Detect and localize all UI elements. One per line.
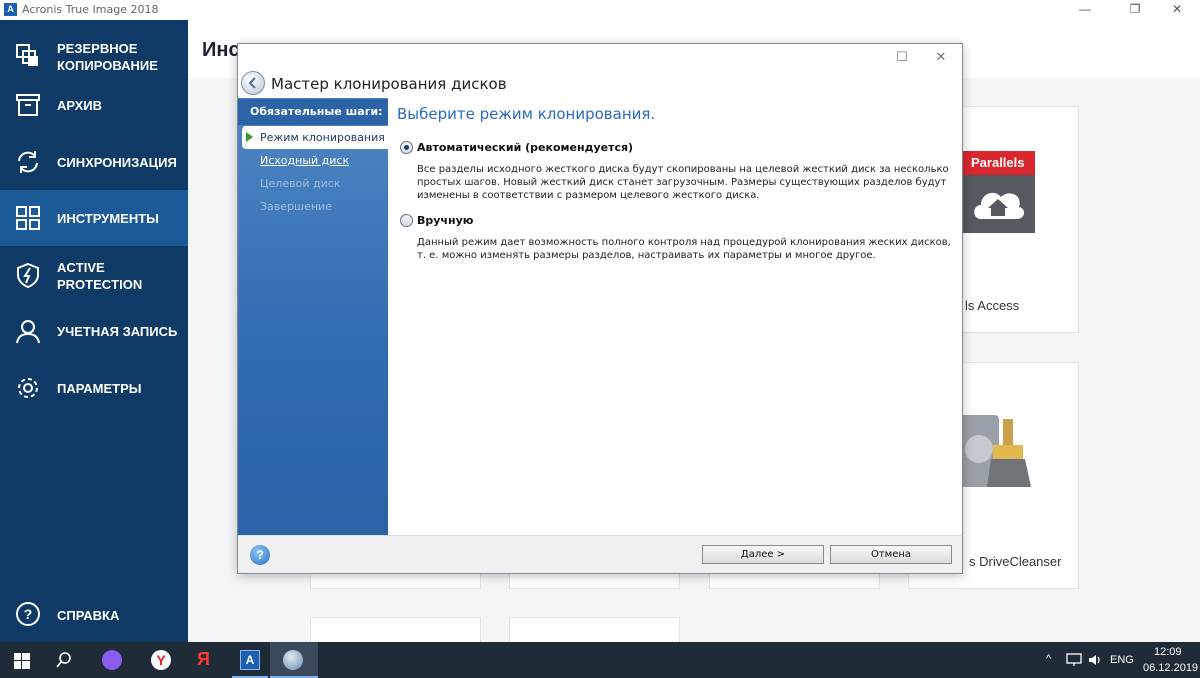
- windows-icon: [14, 653, 30, 669]
- taskbar: Y Я A ^ ENG 12:09 06.12.2019: [0, 642, 1200, 678]
- taskbar-acronis[interactable]: A: [226, 642, 274, 678]
- wizard-heading: Выберите режим клонирования.: [397, 105, 656, 123]
- clone-wizard-taskbar-icon: [283, 650, 303, 670]
- cancel-button[interactable]: Отмена: [830, 545, 952, 564]
- sidebar-item-backup[interactable]: РЕЗЕРВНОЕ КОПИРОВАНИЕ: [0, 28, 188, 84]
- sidebar-item-label: ИНСТРУМЕНТЫ: [57, 211, 159, 226]
- help-icon: ?: [16, 602, 40, 626]
- tray-chevron-icon[interactable]: ^: [1046, 653, 1051, 665]
- user-icon: [16, 320, 40, 344]
- maximize-button[interactable]: ❐: [1112, 0, 1158, 20]
- option-automatic-description: Все разделы исходного жесткого диска буд…: [417, 164, 949, 201]
- svg-text:?: ?: [24, 606, 33, 622]
- shield-icon: [17, 262, 39, 288]
- taskbar-alice[interactable]: [89, 642, 137, 678]
- tile-label: s DriveCleanser: [969, 554, 1062, 569]
- sidebar-item-archive[interactable]: АРХИВ: [0, 78, 188, 134]
- backup-icon: [16, 44, 38, 66]
- help-icon[interactable]: ?: [250, 545, 270, 565]
- alice-icon: [102, 650, 122, 670]
- next-button[interactable]: Далее >: [702, 545, 824, 564]
- yandex-icon: Я: [197, 649, 210, 669]
- current-step-arrow-icon: [246, 132, 253, 142]
- sidebar-item-label: СИНХРОНИЗАЦИЯ: [57, 155, 177, 170]
- dialog-title: Мастер клонирования дисков: [271, 75, 507, 93]
- close-button[interactable]: ✕: [1154, 0, 1200, 20]
- option-automatic-label[interactable]: Автоматический (рекомендуется): [417, 141, 633, 154]
- search-button[interactable]: [40, 642, 88, 678]
- acronis-taskbar-icon: A: [240, 650, 260, 670]
- parallels-cloud-icon: Parallels: [961, 151, 1035, 233]
- archive-icon: [16, 94, 40, 116]
- page-title: Инс: [202, 39, 240, 61]
- language-indicator[interactable]: ENG: [1110, 654, 1134, 666]
- clone-disk-wizard: ☐ ✕ Мастер клонирования дисков Обязатель…: [237, 43, 963, 574]
- back-arrow-icon[interactable]: [241, 71, 265, 95]
- sidebar-item-tools[interactable]: ИНСТРУМЕНТЫ: [0, 190, 188, 246]
- network-icon[interactable]: [1066, 653, 1082, 667]
- step-label: Режим клонирования: [260, 131, 385, 144]
- sidebar-item-label: ПАРАМЕТРЫ: [57, 381, 142, 396]
- wizard-steps-pane: Обязательные шаги: Режим клонирования Ис…: [238, 98, 388, 535]
- wizard-main-pane: Выберите режим клонирования. Автоматичес…: [388, 98, 962, 535]
- radio-manual[interactable]: [400, 214, 413, 227]
- sidebar-item-settings[interactable]: ПАРАМЕТРЫ: [0, 360, 188, 416]
- taskbar-clone-wizard[interactable]: [270, 642, 318, 678]
- radio-automatic[interactable]: [400, 141, 413, 154]
- step-source-disk[interactable]: Исходный диск: [242, 149, 388, 172]
- option-manual-label[interactable]: Вручную: [417, 214, 473, 227]
- sidebar-item-active-protection[interactable]: ACTIVE PROTECTION: [0, 248, 188, 304]
- sidebar-item-sync[interactable]: СИНХРОНИЗАЦИЯ: [0, 134, 188, 190]
- sidebar-item-label: СПРАВКА: [57, 608, 120, 623]
- sidebar-item-account[interactable]: УЧЕТНАЯ ЗАПИСЬ: [0, 304, 188, 360]
- steps-heading: Обязательные шаги:: [238, 99, 388, 125]
- volume-icon[interactable]: [1088, 653, 1104, 667]
- window-titlebar: A Acronis True Image 2018 — ❐ ✕: [0, 0, 1200, 20]
- sidebar-item-label: АРХИВ: [57, 98, 102, 113]
- parallels-logo: Parallels: [961, 151, 1035, 175]
- option-manual-description: Данный режим дает возможность полного ко…: [417, 237, 951, 261]
- search-icon: [56, 652, 71, 668]
- yandex-browser-icon: Y: [151, 650, 171, 670]
- clock-time[interactable]: 12:09: [1154, 646, 1182, 658]
- sync-icon: [18, 151, 38, 173]
- sidebar-item-help[interactable]: ? СПРАВКА: [0, 586, 188, 642]
- dialog-footer: ? Далее > Отмена: [238, 535, 962, 573]
- step-clone-mode: Режим клонирования: [242, 126, 388, 149]
- sidebar-item-label: РЕЗЕРВНОЕ КОПИРОВАНИЕ: [57, 41, 158, 73]
- acronis-app-icon: A: [4, 3, 17, 16]
- dialog-close-button[interactable]: ✕: [931, 48, 951, 66]
- window-title: Acronis True Image 2018: [22, 3, 159, 16]
- step-finish: Завершение: [260, 200, 332, 213]
- step-target-disk: Целевой диск: [260, 177, 341, 190]
- sidebar-item-label: УЧЕТНАЯ ЗАПИСЬ: [57, 324, 178, 339]
- tools-icon: [16, 206, 40, 230]
- cloud-house-icon: [974, 192, 1025, 219]
- taskbar-yandex-browser[interactable]: Y: [138, 642, 186, 678]
- clock-date[interactable]: 06.12.2019: [1143, 662, 1198, 674]
- tile-label: ls Access: [965, 298, 1020, 313]
- sidebar-item-label: ACTIVE PROTECTION: [57, 260, 143, 292]
- minimize-button[interactable]: —: [1062, 0, 1108, 20]
- gear-icon: [18, 378, 38, 398]
- dialog-maximize-button[interactable]: ☐: [892, 48, 912, 66]
- sidebar: РЕЗЕРВНОЕ КОПИРОВАНИЕ АРХИВ СИНХРОНИЗАЦИ…: [0, 20, 188, 642]
- taskbar-yandex[interactable]: Я: [182, 642, 230, 678]
- drivecleanser-icon: [959, 415, 1031, 487]
